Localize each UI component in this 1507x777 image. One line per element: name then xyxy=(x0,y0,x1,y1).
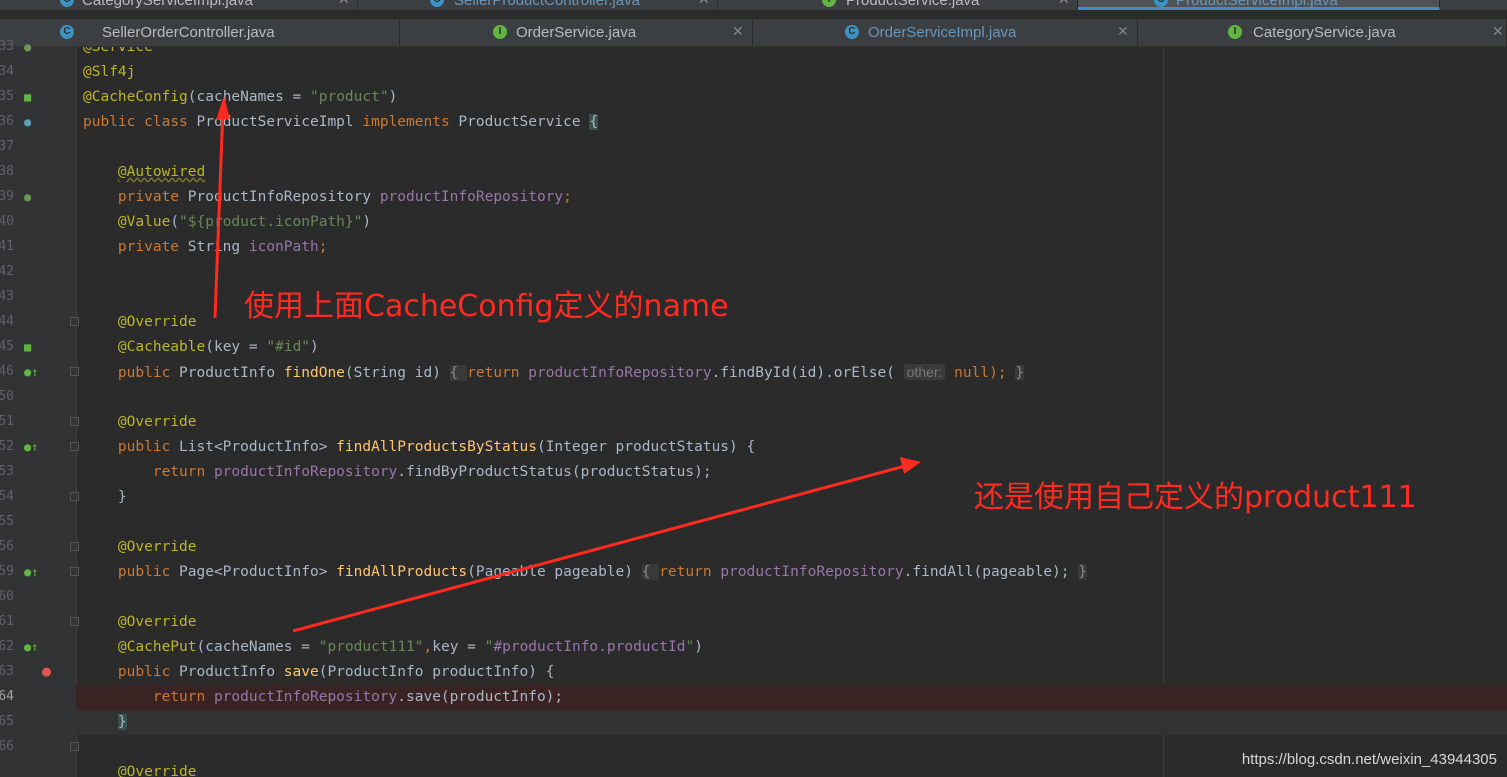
arrowhead xyxy=(900,457,921,474)
arrow-to-note xyxy=(292,464,906,633)
arrowhead xyxy=(216,96,230,120)
arrow-to-cacheconfig xyxy=(213,107,225,319)
annotation-arrows xyxy=(213,96,921,633)
annotation-note-product111: 还是使用自己定义的product111 xyxy=(974,480,1417,515)
watermark-url: https://blog.csdn.net/weixin_43944305 xyxy=(1241,751,1497,768)
annotation-note-cacheconfig: 使用上面CacheConfig定义的name xyxy=(244,289,729,324)
